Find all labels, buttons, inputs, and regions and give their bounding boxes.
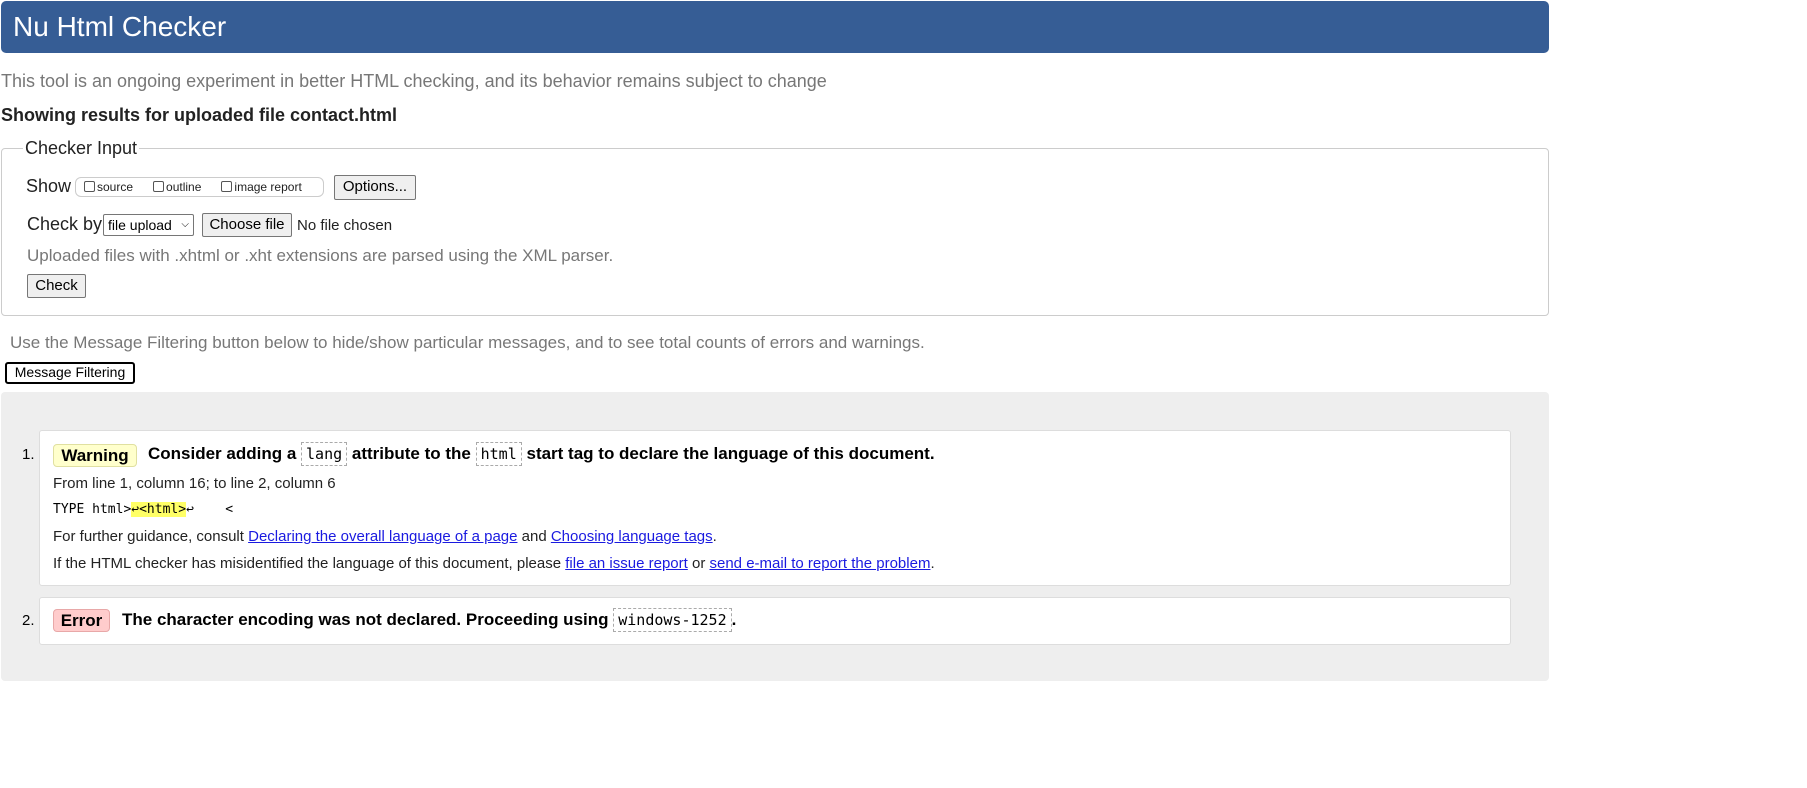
page-title: Nu Html Checker (13, 11, 227, 42)
checker-input-legend: Checker Input (25, 138, 138, 158)
show-image-report-option[interactable]: image report (221, 178, 302, 196)
message-number: 2. (22, 612, 35, 629)
code-html: html (475, 442, 522, 466)
outline-checkbox[interactable] (153, 181, 165, 192)
show-options-group: source outline image report (75, 177, 324, 197)
link-send-email[interactable]: send e-mail to report the problem (710, 555, 931, 572)
source-extract: TYPE html>↩<html>↩ < (53, 502, 233, 517)
message-filtering-button[interactable]: Message Filtering (5, 362, 135, 384)
error-text: The character encoding was not declared.… (122, 610, 609, 629)
guidance-and: and (521, 528, 547, 545)
chevron-down-icon: ⌵ (181, 219, 189, 230)
outline-label: outline (166, 180, 202, 194)
tagline: This tool is an ongoing experiment in be… (1, 71, 827, 91)
misidentified-or: or (691, 555, 706, 572)
source-checkbox[interactable] (84, 181, 95, 192)
check-by-value: file upload (108, 217, 172, 233)
warning-text-1: Consider adding a (148, 444, 297, 463)
guidance-note: For further guidance, consult Declaring … (53, 528, 717, 545)
link-choosing-language-tags[interactable]: Choosing language tags (551, 528, 713, 545)
guidance-text: For further guidance, consult (53, 528, 244, 545)
extract-post: ↩ < (186, 502, 234, 517)
options-button[interactable]: Options... (334, 175, 416, 200)
check-by-select[interactable]: file upload ⌵ (103, 214, 194, 236)
extract-pre: TYPE html> (53, 502, 132, 517)
show-source-option[interactable]: source (84, 178, 133, 196)
image-report-label: image report (234, 180, 302, 194)
results-heading: Showing results for uploaded file contac… (1, 105, 398, 125)
link-declaring-language[interactable]: Declaring the overall language of a page (248, 528, 517, 545)
warning-message: Consider adding a lang attribute to the … (148, 442, 935, 466)
guidance-end: . (712, 528, 717, 545)
warning-text-2: attribute to the (351, 444, 471, 463)
warning-badge: Warning (53, 444, 137, 467)
app-header: Nu Html Checker (1, 1, 1549, 53)
show-outline-option[interactable]: outline (153, 178, 201, 196)
check-by-label: Check by (27, 214, 103, 234)
misidentified-end: . (930, 555, 935, 572)
code-lang: lang (301, 442, 348, 466)
extract-highlight: ↩<html> (131, 502, 187, 517)
warning-text-3: start tag to declare the language of thi… (526, 444, 935, 463)
xml-parser-note: Uploaded files with .xhtml or .xht exten… (27, 246, 614, 265)
code-encoding: windows-1252 (613, 608, 732, 632)
file-status: No file chosen (297, 217, 393, 234)
message-location: From line 1, column 16; to line 2, colum… (53, 475, 336, 492)
message-number: 1. (22, 446, 35, 463)
show-label: Show (26, 176, 72, 196)
misidentified-note: If the HTML checker has misidentified th… (53, 555, 935, 572)
image-report-checkbox[interactable] (221, 181, 233, 192)
error-badge: Error (53, 609, 110, 632)
filter-note: Use the Message Filtering button below t… (10, 333, 925, 352)
check-button[interactable]: Check (27, 274, 86, 298)
error-message: The character encoding was not declared.… (122, 608, 737, 632)
choose-file-button[interactable]: Choose file (202, 213, 292, 237)
misidentified-text: If the HTML checker has misidentified th… (53, 555, 562, 572)
error-text-end: . (731, 610, 737, 629)
link-file-issue[interactable]: file an issue report (565, 555, 688, 572)
source-label: source (97, 180, 134, 194)
